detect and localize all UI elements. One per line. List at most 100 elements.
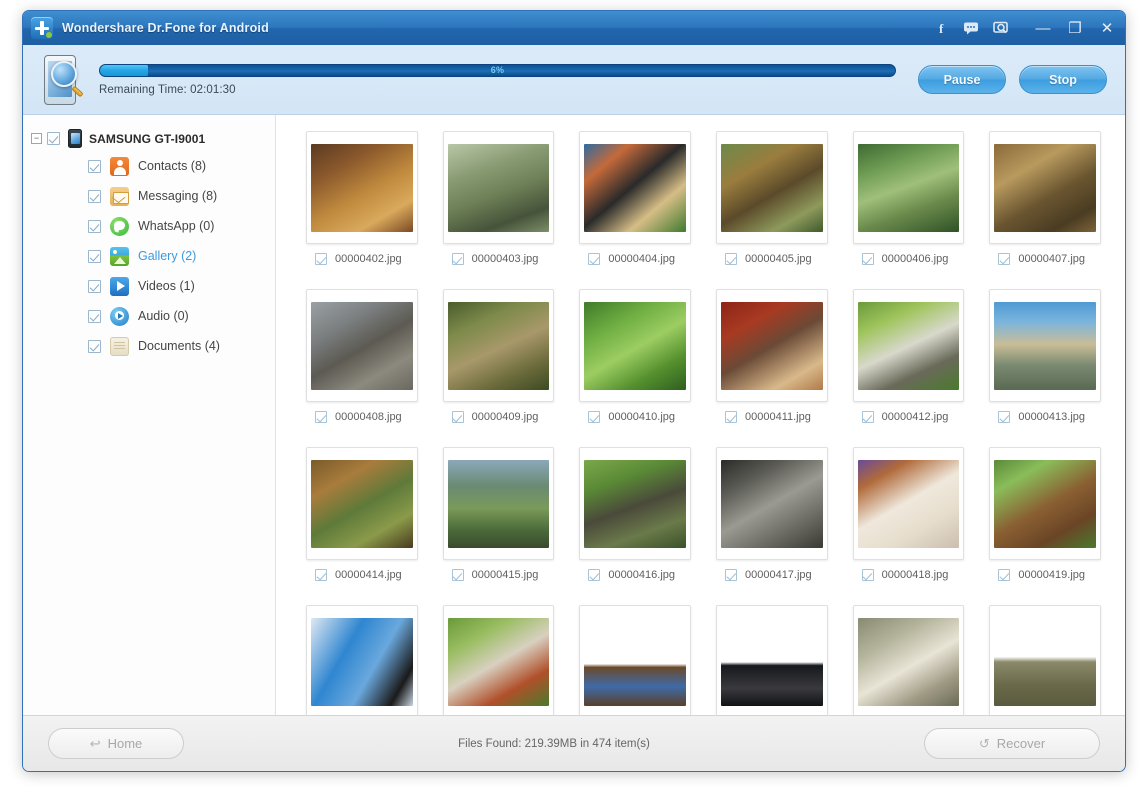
photo-thumbnail bbox=[311, 617, 413, 706]
thumbnail-frame[interactable] bbox=[442, 131, 555, 244]
thumbnail-frame[interactable] bbox=[989, 605, 1101, 715]
thumbnail-frame[interactable] bbox=[715, 447, 828, 560]
sidebar-item-checkbox[interactable] bbox=[88, 309, 101, 323]
gallery-item[interactable]: 00000405.jpg bbox=[715, 131, 828, 265]
photo-thumbnail bbox=[857, 301, 960, 390]
thumbnail-frame[interactable] bbox=[579, 131, 691, 244]
gallery-item[interactable]: 00000424.jpg bbox=[852, 605, 965, 715]
thumbnail-frame[interactable] bbox=[989, 447, 1101, 560]
thumbnail-frame[interactable] bbox=[579, 289, 691, 402]
gallery-item[interactable]: 00000403.jpg bbox=[442, 131, 555, 265]
sidebar-item-contacts[interactable]: Contacts (8) bbox=[23, 151, 275, 181]
photo-thumbnail bbox=[447, 617, 550, 706]
gallery-item-checkbox[interactable] bbox=[315, 411, 327, 423]
gallery-item-checkbox[interactable] bbox=[315, 253, 327, 265]
sidebar-item-whatsapp[interactable]: WhatsApp (0) bbox=[23, 211, 275, 241]
gallery-item[interactable]: 00000415.jpg bbox=[442, 447, 555, 581]
close-button[interactable]: ✕ bbox=[1099, 20, 1115, 36]
thumbnail-frame[interactable] bbox=[852, 289, 965, 402]
thumbnail-frame[interactable] bbox=[579, 447, 691, 560]
thumbnail-frame[interactable] bbox=[715, 131, 828, 244]
gallery-item[interactable]: 00000408.jpg bbox=[306, 289, 418, 423]
gallery-item[interactable]: 00000419.jpg bbox=[989, 447, 1101, 581]
gallery-item[interactable]: 00000404.jpg bbox=[579, 131, 691, 265]
sidebar-item-messaging[interactable]: Messaging (8) bbox=[23, 181, 275, 211]
thumbnail-frame[interactable] bbox=[306, 289, 418, 402]
thumbnail-frame[interactable] bbox=[442, 289, 555, 402]
gallery-item[interactable]: 00000414.jpg bbox=[306, 447, 418, 581]
gallery-item-checkbox[interactable] bbox=[451, 411, 464, 423]
thumbnail-frame[interactable] bbox=[306, 131, 418, 244]
gallery-item[interactable]: 00000416.jpg bbox=[579, 447, 691, 581]
chat-bubble-icon[interactable] bbox=[963, 20, 979, 36]
gallery-item[interactable]: 00000421.jpg bbox=[442, 605, 555, 715]
gallery-item-checkbox[interactable] bbox=[451, 569, 464, 581]
gallery-item-checkbox[interactable] bbox=[861, 569, 874, 581]
thumbnail-frame[interactable] bbox=[306, 447, 418, 560]
thumbnail-frame[interactable] bbox=[989, 131, 1101, 244]
thumbnail-frame[interactable] bbox=[442, 447, 555, 560]
thumbnail-frame[interactable] bbox=[852, 605, 965, 715]
gallery-item-checkbox[interactable] bbox=[588, 411, 601, 423]
sidebar-item-label: Documents (4) bbox=[138, 339, 220, 353]
thumbnail-frame[interactable] bbox=[715, 289, 828, 402]
recover-button[interactable]: ↺ Recover bbox=[924, 728, 1100, 759]
sidebar-item-checkbox[interactable] bbox=[88, 159, 101, 173]
gallery-item[interactable]: 00000409.jpg bbox=[442, 289, 555, 423]
sidebar-item-documents[interactable]: Documents (4) bbox=[23, 331, 275, 361]
device-tree-root[interactable]: − SAMSUNG GT-I9001 bbox=[23, 126, 275, 151]
gallery-item-checkbox[interactable] bbox=[861, 411, 874, 423]
stop-button[interactable]: Stop bbox=[1019, 65, 1107, 94]
gallery-item-checkbox[interactable] bbox=[724, 253, 737, 265]
sidebar-item-checkbox[interactable] bbox=[88, 249, 101, 263]
thumbnail-frame[interactable] bbox=[989, 289, 1101, 402]
gallery-item-checkbox[interactable] bbox=[724, 569, 737, 581]
gallery-item[interactable]: 00000418.jpg bbox=[852, 447, 965, 581]
sidebar-item-videos[interactable]: Videos (1) bbox=[23, 271, 275, 301]
gallery-item[interactable]: 00000413.jpg bbox=[989, 289, 1101, 423]
maximize-button[interactable]: ❐ bbox=[1067, 20, 1083, 36]
gallery-item-checkbox[interactable] bbox=[588, 253, 601, 265]
search-icon[interactable] bbox=[993, 20, 1009, 36]
sidebar-item-gallery[interactable]: Gallery (2) bbox=[23, 241, 275, 271]
pause-button[interactable]: Pause bbox=[918, 65, 1006, 94]
thumbnail-frame[interactable] bbox=[715, 605, 828, 715]
gallery-item-checkbox[interactable] bbox=[998, 411, 1011, 423]
gallery-item-label-row: 00000409.jpg bbox=[443, 411, 555, 423]
sidebar-item-checkbox[interactable] bbox=[88, 279, 101, 293]
thumbnail-frame[interactable] bbox=[306, 605, 418, 715]
gallery-item-label-row: 00000410.jpg bbox=[579, 411, 691, 423]
gallery-item[interactable]: 00000423.jpg bbox=[715, 605, 828, 715]
gallery-item[interactable]: 00000406.jpg bbox=[852, 131, 965, 265]
thumbnail-frame[interactable] bbox=[852, 131, 965, 244]
thumbnail-frame[interactable] bbox=[579, 605, 691, 715]
home-button[interactable]: ↩ Home bbox=[48, 728, 184, 759]
device-checkbox[interactable] bbox=[47, 132, 60, 145]
minimize-button[interactable]: — bbox=[1035, 20, 1051, 36]
gallery-item-label-row: 00000414.jpg bbox=[306, 569, 418, 581]
gallery-item[interactable]: 00000411.jpg bbox=[715, 289, 828, 423]
gallery-item[interactable]: 00000425.jpg bbox=[989, 605, 1101, 715]
gallery-item-checkbox[interactable] bbox=[998, 253, 1011, 265]
sidebar-item-checkbox[interactable] bbox=[88, 189, 101, 203]
gallery-item[interactable]: 00000402.jpg bbox=[306, 131, 418, 265]
gallery-item[interactable]: 00000422.jpg bbox=[579, 605, 691, 715]
gallery-item-checkbox[interactable] bbox=[451, 253, 464, 265]
tree-expander-toggle[interactable]: − bbox=[31, 133, 42, 144]
gallery-item-checkbox[interactable] bbox=[315, 569, 327, 581]
gallery-item-checkbox[interactable] bbox=[861, 253, 874, 265]
gallery-item-checkbox[interactable] bbox=[998, 569, 1011, 581]
gallery-item-checkbox[interactable] bbox=[724, 411, 737, 423]
gallery-item[interactable]: 00000410.jpg bbox=[579, 289, 691, 423]
thumbnail-frame[interactable] bbox=[442, 605, 555, 715]
gallery-item[interactable]: 00000412.jpg bbox=[852, 289, 965, 423]
gallery-item[interactable]: 00000417.jpg bbox=[715, 447, 828, 581]
thumbnail-frame[interactable] bbox=[852, 447, 965, 560]
facebook-icon[interactable]: f bbox=[933, 20, 949, 36]
gallery-item[interactable]: 00000407.jpg bbox=[989, 131, 1101, 265]
sidebar-item-checkbox[interactable] bbox=[88, 219, 101, 233]
gallery-item[interactable]: 00000420.jpg bbox=[306, 605, 418, 715]
gallery-item-checkbox[interactable] bbox=[588, 569, 601, 581]
sidebar-item-checkbox[interactable] bbox=[88, 339, 101, 353]
sidebar-item-audio[interactable]: Audio (0) bbox=[23, 301, 275, 331]
